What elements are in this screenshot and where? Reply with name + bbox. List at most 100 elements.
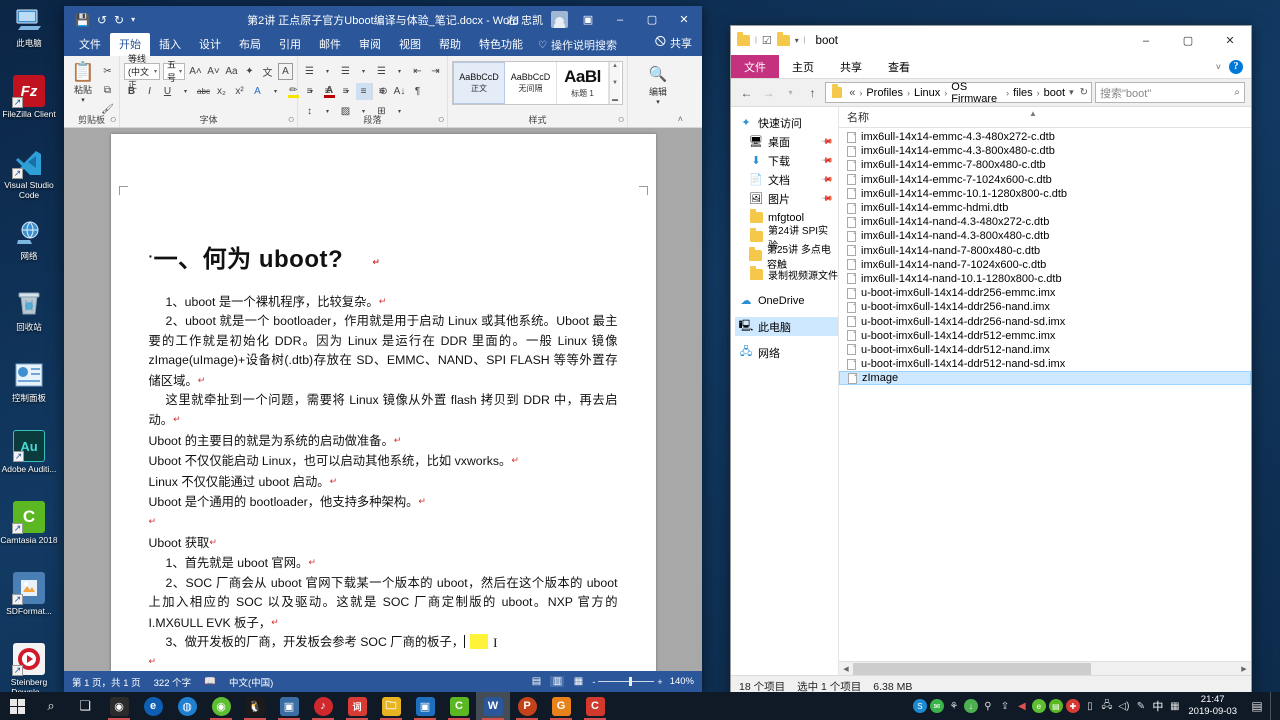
align-left-icon[interactable]: ≡ [302,83,317,100]
zoom-slider[interactable]: - + [592,677,662,687]
proofing-icon[interactable]: 📖 [204,676,216,687]
phonetic-guide-icon[interactable]: 文 [260,63,275,80]
file-list-item[interactable]: imx6ull-14x14-nand-7-1024x600-c.dtb [839,258,1251,272]
file-list-item[interactable]: imx6ull-14x14-emmc-hdmi.dtb [839,201,1251,215]
taskbar-app-camera[interactable]: ◉ [102,692,136,720]
multilevel-dropdown-icon[interactable]: ▾ [392,63,407,80]
font-dialog-launcher[interactable]: ⭘ [288,117,294,125]
tab-insert[interactable]: 插入 [150,33,190,56]
file-list-item-selected[interactable]: zImage [839,371,1251,386]
redo-icon[interactable]: ↻ [114,13,124,27]
nav-item-this-pc[interactable]: 🖳 此电脑 [735,317,838,336]
taskbar-app-edge[interactable]: e [136,692,170,720]
print-layout-icon[interactable]: ▥ [550,676,565,687]
increase-indent-icon[interactable]: ⇥ [428,63,443,80]
styles-scroll-down-icon[interactable]: ▼ [612,80,618,86]
multilevel-list-icon[interactable]: ☰ [374,63,389,80]
close-button[interactable]: ✕ [672,13,696,26]
desktop-icon-control-panel[interactable]: 控制面板 [0,359,58,425]
taskbar-app-wps[interactable]: G [544,692,578,720]
file-list-item[interactable]: imx6ull-14x14-nand-4.3-480x272-c.dtb [839,215,1251,229]
navigation-pane[interactable]: ✦ 快速访问 🖥 桌面 📌 ⬇ 下载 📌 📄 文档 📌 🖼 图片 � [731,107,839,675]
italic-icon[interactable]: I [142,83,157,100]
document-page[interactable]: ·一、何为 uboot? ↵ 1、uboot 是一个裸机程序，比较复杂。↵ 2、… [110,134,656,671]
desktop-icon-recycle-bin[interactable]: 回收站 [0,288,58,354]
tab-features[interactable]: 特色功能 [470,33,532,56]
close-button[interactable]: ✕ [1209,26,1251,55]
shrink-font-icon[interactable]: A˅ [206,63,221,80]
pin-icon[interactable]: 📌 [820,135,833,148]
zoom-track[interactable] [598,677,655,686]
desktop-icon-filezilla[interactable]: Fz ↗ FileZilla Client [0,75,58,141]
tab-file[interactable]: 文件 [731,55,779,78]
skype-icon[interactable]: S [911,692,928,720]
up-button[interactable]: ↑ [803,83,822,103]
scroll-track[interactable] [853,661,1237,675]
speaker-icon[interactable]: ◁) [1115,692,1132,720]
expand-ribbon-icon[interactable]: ˅ [1216,62,1221,72]
word-document-area[interactable]: ·一、何为 uboot? ↵ 1、uboot 是一个裸机程序，比较复杂。↵ 2、… [64,128,702,671]
nav-item-onedrive[interactable]: ☁ OneDrive [735,291,838,310]
forward-button[interactable]: → [759,83,778,103]
underline-dropdown-icon[interactable]: ▾ [178,83,193,100]
taskbar-app-camtasia-editor[interactable]: C [578,692,612,720]
desktop-icon-vscode[interactable]: ↗ Visual Studio Code [0,146,58,212]
security-icon[interactable]: ✚ [1064,692,1081,720]
ime-mode-icon[interactable]: 中 [1149,692,1166,720]
font-size-combo[interactable]: 五号 ▾ [162,60,185,83]
tab-home[interactable]: 主页 [779,55,827,78]
pin-icon[interactable]: 📌 [820,192,833,205]
distribute-icon[interactable]: ≡ [374,83,389,100]
minimize-button[interactable]: – [608,14,632,26]
paragraph-dialog-launcher[interactable]: ⭘ [438,117,444,125]
back-button[interactable]: ← [737,83,756,103]
taskbar-app-tim[interactable]: 🐧 [238,692,272,720]
horizontal-scrollbar[interactable]: ◀ ▶ [839,661,1251,675]
clear-formatting-icon[interactable]: ✦ [242,63,257,80]
customize-qat-icon[interactable]: ▾ [131,15,135,24]
taskbar-app-powerpoint[interactable]: P [510,692,544,720]
nav-item-downloads[interactable]: ⬇ 下载 📌 [735,151,838,170]
font-name-combo[interactable]: 等线 (中文正 ▾ [124,54,160,90]
avatar[interactable] [551,11,568,28]
share-button[interactable]: 🛇 共享 [645,30,702,56]
nav-item-touch-lesson[interactable]: 第25讲 多点电容触 [735,245,838,271]
file-list-item[interactable]: imx6ull-14x14-emmc-7-800x480-c.dtb [839,158,1251,172]
superscript-icon[interactable]: x² [232,83,247,100]
breadcrumb-dropdown-icon[interactable]: ▾ [1069,87,1074,98]
breadcrumb-item-profiles[interactable]: Profiles [864,87,905,99]
wechat-icon[interactable]: ✉ [928,692,945,720]
file-list-item[interactable]: imx6ull-14x14-nand-7-800x480-c.dtb [839,244,1251,258]
tab-layout[interactable]: 布局 [230,33,270,56]
paste-button[interactable]: 📋 粘贴 ▾ [68,61,98,118]
search-input[interactable]: 搜索"boot" ⌕ [1095,82,1245,103]
subscript-icon[interactable]: x₂ [214,83,229,100]
breadcrumb-root[interactable]: « [847,87,857,99]
file-list-item[interactable]: imx6ull-14x14-emmc-10.1-1280x800-c.dtb [839,187,1251,201]
customize-qat-icon[interactable]: ▾ [795,36,799,45]
file-list-item[interactable]: imx6ull-14x14-emmc-4.3-800x480-c.dtb [839,144,1251,158]
style-item-normal[interactable]: AaBbCcD 正文 [453,62,505,104]
new-folder-icon[interactable] [776,32,790,46]
ime-pen-icon[interactable]: ✎ [1132,692,1149,720]
volume-mute-icon[interactable]: ◀ [1013,692,1030,720]
tab-review[interactable]: 审阅 [350,33,390,56]
file-list-item[interactable]: imx6ull-14x14-nand-10.1-1280x800-c.dtb [839,272,1251,286]
pin-icon[interactable]: 📌 [820,173,833,186]
breadcrumb[interactable]: « › Profiles › Linux › OS Firmware › fil… [825,81,1092,105]
editing-button[interactable]: 🔍 编辑 ▾ [635,63,681,106]
style-item-no-spacing[interactable]: AaBbCcD 无间隔 [505,62,557,104]
column-header-row[interactable]: 名称 ▲ [839,107,1251,128]
battery-icon[interactable]: ▯ [1081,692,1098,720]
character-border-icon[interactable]: A [278,62,293,80]
zoom-in-button[interactable]: + [657,677,662,687]
taskbar-app-netease-music[interactable]: ♪ [306,692,340,720]
show-desktop-button[interactable] [1270,692,1278,720]
styles-scroll-up-icon[interactable]: ▲ [612,63,618,69]
minimize-button[interactable]: – [1125,26,1167,55]
nav-item-quick-access[interactable]: ✦ 快速访问 [735,113,838,132]
sort-icon[interactable]: A↓ [392,83,407,100]
tab-mailings[interactable]: 邮件 [310,33,350,56]
scroll-thumb[interactable] [853,662,1092,675]
file-list-item[interactable]: u-boot-imx6ull-14x14-ddr512-nand.imx [839,343,1251,357]
